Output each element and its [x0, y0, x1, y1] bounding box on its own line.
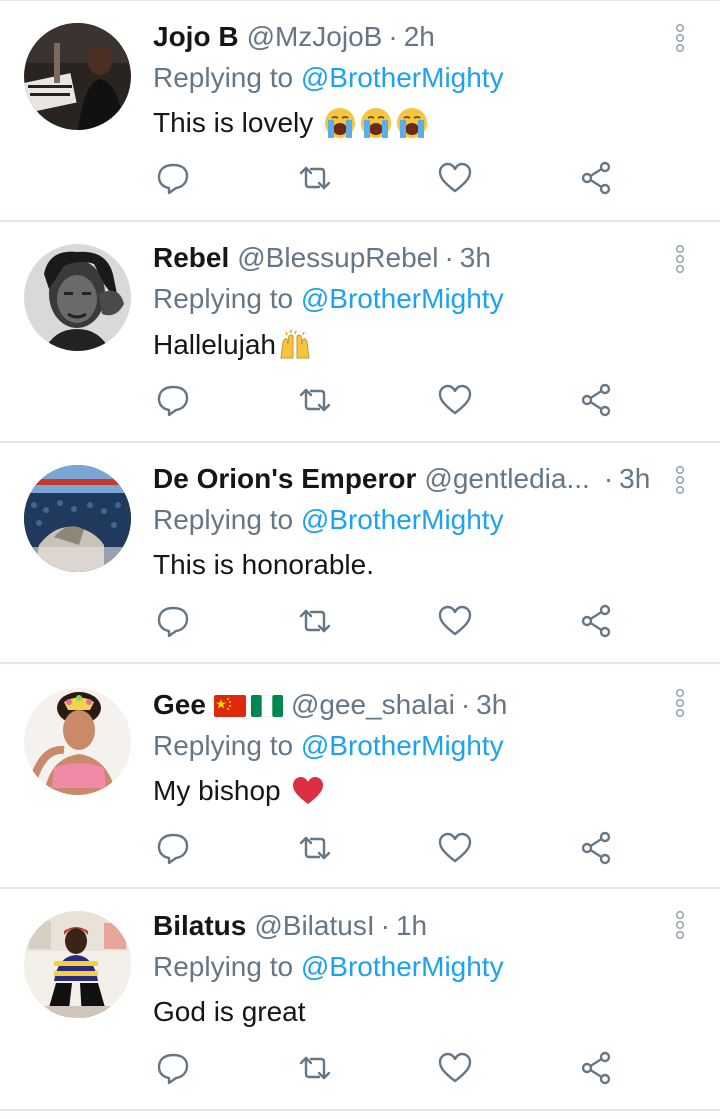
tweet-header: Gee @gee_shalai · 3h — [153, 685, 664, 725]
timestamp[interactable]: 3h — [460, 238, 491, 278]
mention-link[interactable]: @BrotherMighty — [301, 730, 504, 761]
share-icon[interactable] — [578, 160, 614, 196]
mention-link[interactable]: @BrotherMighty — [301, 283, 504, 314]
tweet-item[interactable]: De Orion's Emperor @gentledia... · 3h Re… — [0, 443, 720, 664]
reply-icon[interactable] — [155, 160, 191, 196]
red-heart-icon — [292, 777, 323, 804]
reply-icon[interactable] — [155, 1050, 191, 1086]
replying-to-label: Replying to — [153, 951, 294, 982]
tweet-item[interactable]: Gee @gee_shalai · 3h Replying to @Brothe… — [0, 664, 720, 889]
flag-emojis — [213, 695, 283, 717]
separator-dot: · — [380, 910, 390, 941]
display-name[interactable]: Bilatus — [153, 906, 246, 946]
separator-dot: · — [460, 689, 471, 720]
timestamp[interactable]: 3h — [619, 459, 650, 499]
tweet-header: Rebel @BlessupRebel · 3h — [153, 238, 664, 278]
avatar[interactable] — [24, 911, 131, 1018]
display-name[interactable]: De Orion's Emperor — [153, 459, 416, 499]
replying-to: Replying to @BrotherMighty — [153, 500, 504, 540]
tweet-header: Jojo B @MzJojoB · 2h — [153, 17, 664, 57]
avatar[interactable] — [24, 244, 131, 351]
tweet-item[interactable]: Rebel @BlessupRebel · 3h Replying to @Br… — [0, 222, 720, 443]
share-icon[interactable] — [578, 382, 614, 418]
tweet-text-content: This is lovely — [153, 107, 314, 138]
crying-face-icon — [397, 108, 428, 138]
tweet-text-content: Hallelujah — [153, 329, 276, 360]
crying-face-icon — [325, 108, 356, 138]
reply-icon[interactable] — [155, 382, 191, 418]
like-icon[interactable] — [437, 603, 473, 639]
reply-icon[interactable] — [155, 830, 191, 866]
user-handle[interactable]: @gentledia... — [424, 459, 589, 499]
china-flag-icon — [213, 695, 246, 717]
more-options-icon[interactable] — [673, 910, 687, 940]
replying-to: Replying to @BrotherMighty — [153, 726, 504, 766]
share-icon[interactable] — [578, 603, 614, 639]
replying-to-label: Replying to — [153, 283, 294, 314]
tweet-header: Bilatus @BilatusI · 1h — [153, 906, 664, 946]
more-options-icon[interactable] — [673, 688, 687, 718]
tweet-text: This is lovely — [153, 103, 429, 143]
timestamp[interactable]: 2h — [404, 17, 435, 57]
like-icon[interactable] — [437, 1050, 473, 1086]
replying-to: Replying to @BrotherMighty — [153, 279, 504, 319]
reply-icon[interactable] — [155, 603, 191, 639]
tweet-text-content: This is honorable. — [153, 549, 375, 580]
mention-link[interactable]: @BrotherMighty — [301, 504, 504, 535]
separator-dot: · — [603, 463, 614, 494]
tweet-item[interactable]: Bilatus @BilatusI · 1h Replying to @Brot… — [0, 889, 720, 1111]
tweet-actions — [0, 603, 720, 643]
avatar[interactable] — [24, 23, 131, 130]
retweet-icon[interactable] — [297, 160, 333, 196]
tweet-text-content: God is great — [153, 996, 306, 1027]
more-options-icon[interactable] — [673, 244, 687, 274]
share-icon[interactable] — [578, 830, 614, 866]
more-options-icon[interactable] — [673, 465, 687, 495]
separator-dot: · — [444, 242, 454, 273]
tweet-text: My bishop — [153, 771, 325, 811]
tweet-actions — [0, 830, 720, 870]
replying-to-label: Replying to — [153, 62, 294, 93]
tweet-item[interactable]: Jojo B @MzJojoB · 2h Replying to @Brothe… — [0, 0, 720, 222]
retweet-icon[interactable] — [297, 1050, 333, 1086]
tweet-text: God is great — [153, 992, 306, 1032]
tweet-actions — [0, 382, 720, 422]
tweet-header: De Orion's Emperor @gentledia... · 3h — [153, 459, 664, 499]
like-icon[interactable] — [437, 160, 473, 196]
timestamp[interactable]: 3h — [476, 685, 507, 725]
crying-face-icon — [361, 108, 392, 138]
mention-link[interactable]: @BrotherMighty — [301, 951, 504, 982]
separator-dot: · — [388, 21, 398, 52]
display-name[interactable]: Gee — [153, 685, 206, 725]
like-icon[interactable] — [437, 382, 473, 418]
raising-hands-icon — [280, 330, 310, 359]
display-name[interactable]: Rebel — [153, 238, 229, 278]
avatar[interactable] — [24, 688, 131, 795]
like-icon[interactable] — [437, 830, 473, 866]
mention-link[interactable]: @BrotherMighty — [301, 62, 504, 93]
tweet-text: Hallelujah — [153, 325, 312, 365]
retweet-icon[interactable] — [297, 382, 333, 418]
more-options-icon[interactable] — [673, 23, 687, 53]
tweet-actions — [0, 160, 720, 200]
timestamp[interactable]: 1h — [396, 906, 427, 946]
tweet-text-content: My bishop — [153, 775, 281, 806]
avatar[interactable] — [24, 465, 131, 572]
user-handle[interactable]: @BilatusI — [254, 906, 374, 946]
retweet-icon[interactable] — [297, 603, 333, 639]
user-handle[interactable]: @gee_shalai — [291, 685, 455, 725]
share-icon[interactable] — [578, 1050, 614, 1086]
replying-to: Replying to @BrotherMighty — [153, 58, 504, 98]
tweet-actions — [0, 1050, 720, 1090]
display-name[interactable]: Jojo B — [153, 17, 239, 57]
nigeria-flag-icon — [250, 695, 283, 717]
user-handle[interactable]: @BlessupRebel — [237, 238, 438, 278]
replying-to-label: Replying to — [153, 504, 294, 535]
tweet-text: This is honorable. — [153, 545, 374, 585]
retweet-icon[interactable] — [297, 830, 333, 866]
replying-to-label: Replying to — [153, 730, 294, 761]
user-handle[interactable]: @MzJojoB — [247, 17, 383, 57]
replying-to: Replying to @BrotherMighty — [153, 947, 504, 987]
